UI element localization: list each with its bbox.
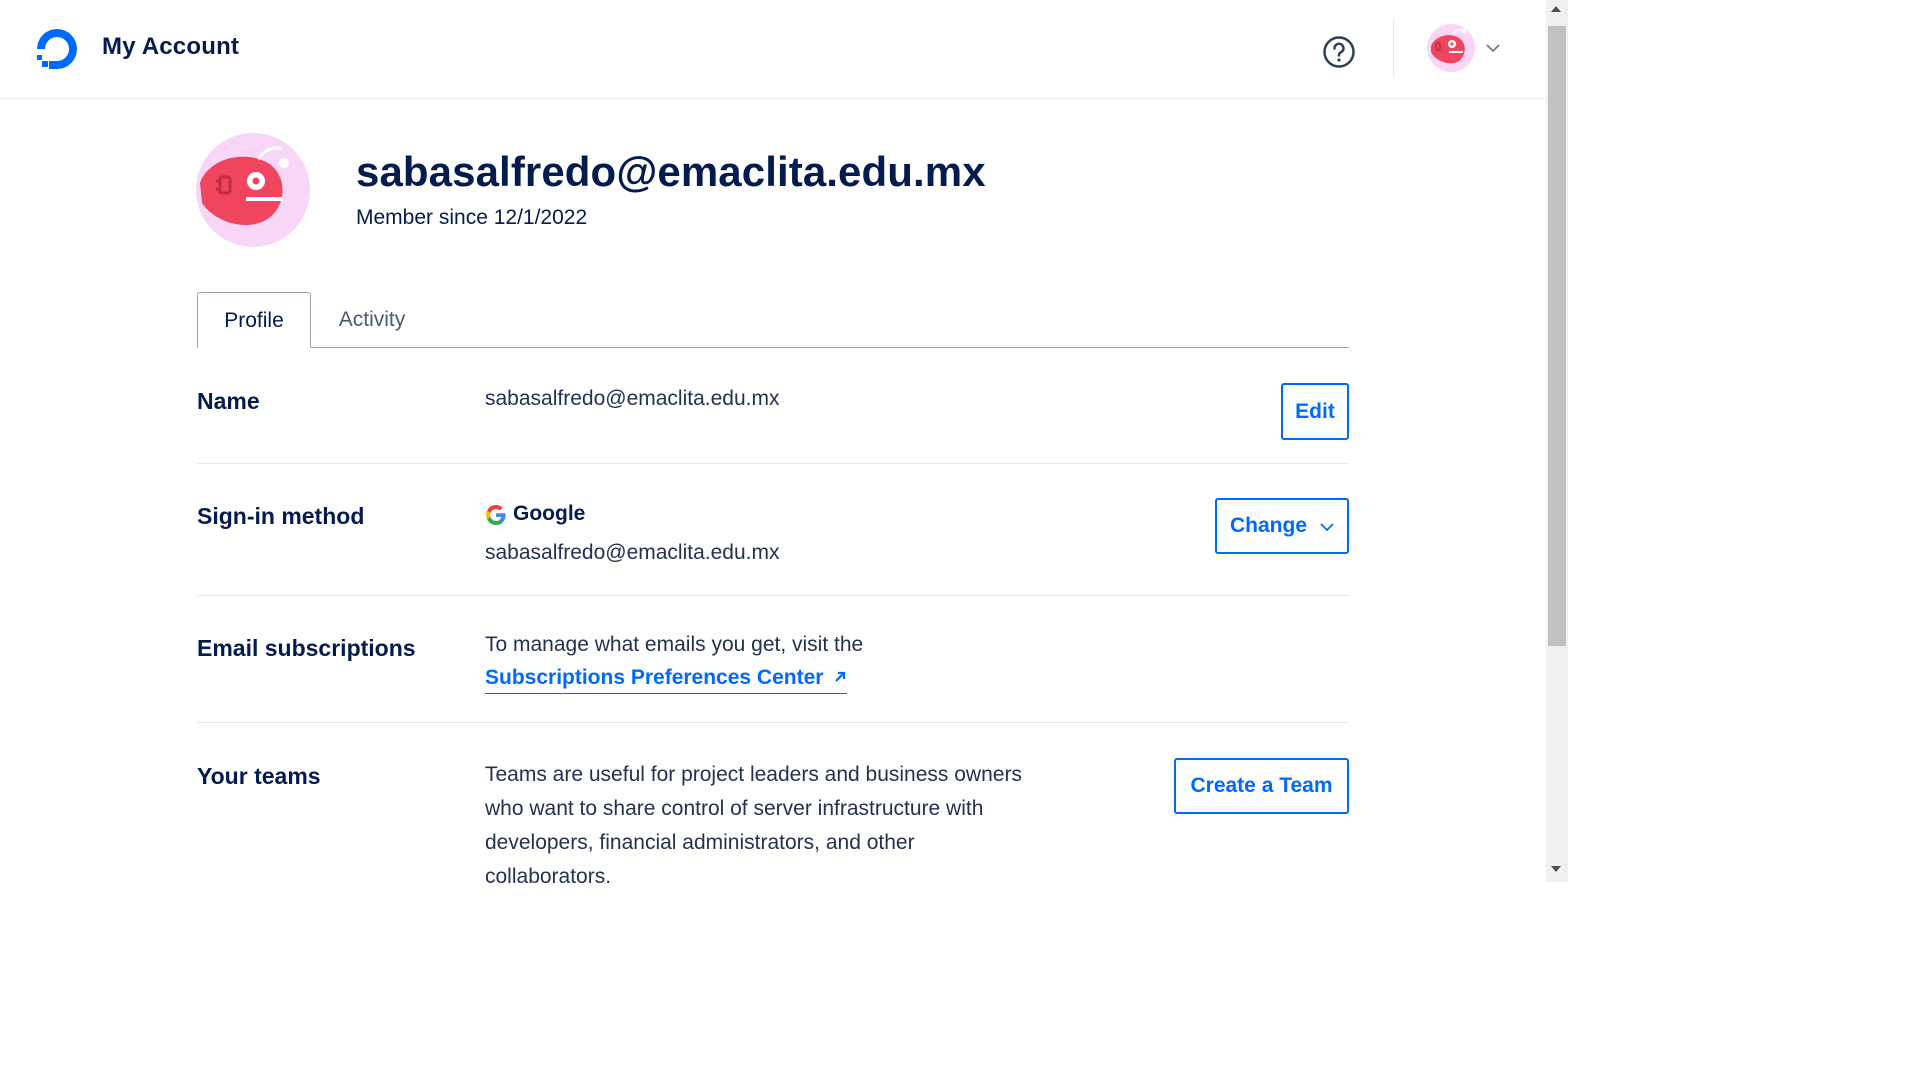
teams-description: Teams are useful for project leaders and…	[485, 763, 1022, 888]
subscriptions-link-label: Subscriptions Preferences Center	[485, 666, 824, 689]
signin-provider-name: Google	[513, 502, 586, 525]
email-subscriptions-text: To manage what emails you get, visit the	[485, 633, 864, 656]
profile-email-heading: sabasalfredo@emaclita.edu.mx	[356, 148, 986, 195]
google-icon	[486, 505, 506, 525]
top-navigation-bar: My Account	[0, 0, 1546, 99]
name-label: Name	[197, 388, 260, 414]
change-signin-button[interactable]: Change	[1215, 498, 1349, 554]
create-team-button[interactable]: Create a Team	[1174, 758, 1349, 814]
signin-method-label: Sign-in method	[197, 503, 365, 529]
digitalocean-logo-icon[interactable]	[33, 25, 81, 73]
your-teams-label: Your teams	[197, 763, 321, 789]
row-divider	[197, 722, 1349, 723]
user-menu-button[interactable]	[1427, 24, 1509, 74]
row-divider	[197, 463, 1349, 464]
tab-activity[interactable]: Activity	[320, 292, 424, 348]
scroll-down-arrow-icon[interactable]	[1551, 866, 1561, 872]
email-subscriptions-label: Email subscriptions	[197, 635, 416, 661]
chevron-down-icon	[1320, 523, 1334, 532]
subscriptions-preferences-link[interactable]: Subscriptions Preferences Center	[485, 666, 848, 694]
signin-email: sabasalfredo@emaclita.edu.mx	[485, 541, 780, 564]
row-divider	[197, 595, 1349, 596]
edit-name-button[interactable]: Edit	[1281, 383, 1349, 440]
profile-avatar	[196, 133, 310, 247]
external-arrow-icon	[835, 671, 846, 682]
help-circle-icon[interactable]	[1322, 35, 1356, 69]
chevron-down-icon	[1486, 44, 1500, 53]
member-since-text: Member since 12/1/2022	[356, 206, 588, 229]
change-button-label: Change	[1230, 514, 1308, 537]
name-value: sabasalfredo@emaclita.edu.mx	[485, 387, 780, 410]
header-divider	[1393, 18, 1394, 78]
tab-profile[interactable]: Profile	[197, 292, 311, 348]
app-title[interactable]: My Account	[102, 33, 239, 61]
scroll-up-arrow-icon[interactable]	[1551, 6, 1561, 12]
scrollbar-thumb[interactable]	[1548, 26, 1566, 646]
anglerfish-avatar-icon	[1427, 24, 1475, 72]
